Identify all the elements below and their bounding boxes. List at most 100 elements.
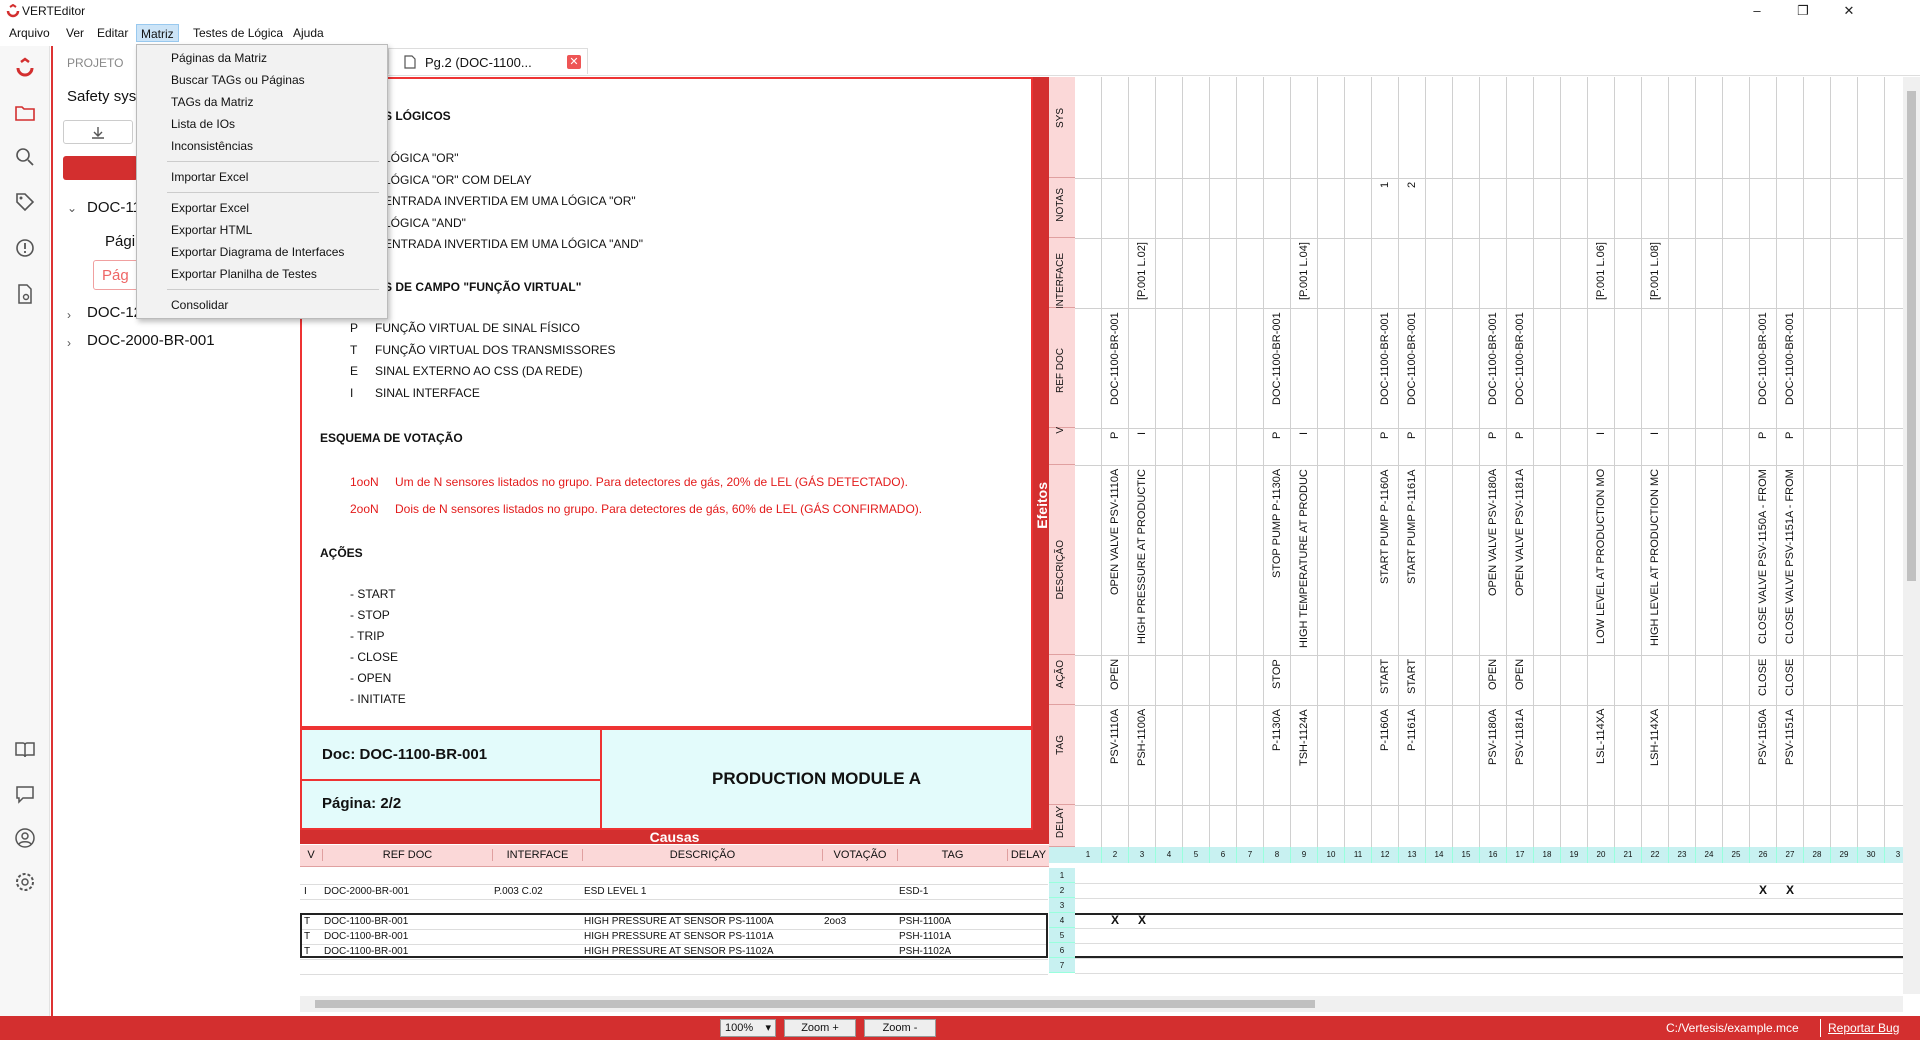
menu-item-tags-matriz[interactable]: TAGs da Matriz (171, 92, 253, 112)
corner-cell (1049, 847, 1075, 863)
x-mark[interactable]: X (1111, 913, 1119, 927)
grid-row-line (1075, 178, 1903, 179)
effect-row-header-label: INTERFACE (1055, 253, 1066, 310)
menu-item-importar-excel[interactable]: Importar Excel (171, 167, 248, 187)
horizontal-scroll-thumb[interactable] (315, 1000, 1315, 1008)
column-number: 2 (1102, 847, 1129, 863)
menu-separator (167, 289, 379, 290)
column-number: 9 (1291, 847, 1318, 863)
vertical-scrollbar[interactable] (1903, 77, 1920, 994)
chevron-down-icon: ▾ (765, 1022, 771, 1034)
grid-column (1561, 77, 1588, 847)
grid-row-line (1075, 973, 1903, 974)
x-mark[interactable]: X (1786, 883, 1794, 897)
effect-desc: HIGH PRESSURE AT PRODUCTIC (1136, 469, 1148, 645)
column-number: 28 (1804, 847, 1831, 863)
header-votacao: VOTAÇÃO (822, 849, 897, 861)
effect-v: P (1487, 432, 1499, 440)
effect-notas: 1 (1379, 182, 1391, 189)
effect-interface: [P.001 L.04] (1298, 242, 1310, 300)
effect-refdoc: DOC-1100-BR-001 (1271, 312, 1283, 405)
column-number: 13 (1399, 847, 1426, 863)
column-number: 21 (1615, 847, 1642, 863)
effect-interface: [P.001 L.06] (1595, 242, 1607, 300)
legend-campo-title: S DE CAMPO "FUNÇÃO VIRTUAL" (384, 280, 582, 294)
effect-row-header: NOTAS (1049, 178, 1075, 238)
column-number: 23 (1669, 847, 1696, 863)
row-number: 5 (1049, 928, 1075, 943)
column-number: 29 (1831, 847, 1858, 863)
effect-refdoc: DOC-1100-BR-001 (1487, 312, 1499, 405)
effect-refdoc: DOC-1100-BR-001 (1784, 312, 1796, 405)
effect-desc: OPEN VALVE PSV-1110A (1109, 469, 1121, 596)
legend-line: ENTRADA INVERTIDA EM UMA LÓGICA "OR" (384, 194, 636, 208)
effect-tag: PSV-1181A (1514, 709, 1526, 766)
column-number: 14 (1426, 847, 1453, 863)
x-mark[interactable]: X (1759, 883, 1767, 897)
zoom-select[interactable]: 100% ▾ (720, 1019, 776, 1037)
row-number: 6 (1049, 943, 1075, 958)
horizontal-scrollbar[interactable] (300, 996, 1903, 1012)
menu-item-paginas-matriz[interactable]: Páginas da Matriz (171, 48, 267, 68)
menu-item-consolidar[interactable]: Consolidar (171, 295, 228, 315)
grid-column (1183, 77, 1210, 847)
column-number: 25 (1723, 847, 1750, 863)
legend-logicos-list: LÓGICA "OR" LÓGICA "OR" COM DELAY ENTRAD… (384, 148, 643, 256)
grid-row-line (1075, 428, 1903, 429)
file-path: C:/Vertesis/example.mce (1666, 1021, 1799, 1035)
effect-v: P (1757, 432, 1769, 440)
status-divider (1820, 1019, 1821, 1037)
grid-row-line (1075, 465, 1903, 466)
menu-item-exportar-diagrama[interactable]: Exportar Diagrama de Interfaces (171, 242, 344, 262)
efeitos-bar: Efeitos (1033, 77, 1050, 830)
grid-row-line (1075, 943, 1903, 944)
column-number: 16 (1480, 847, 1507, 863)
menu-item-exportar-excel[interactable]: Exportar Excel (171, 198, 249, 218)
grid-row-line (1075, 898, 1903, 899)
column-number: 12 (1372, 847, 1399, 863)
column-number: 30 (1858, 847, 1885, 863)
grid-column (1318, 77, 1345, 847)
effect-tag: LSH-114XA (1649, 709, 1661, 767)
column-number: 24 (1696, 847, 1723, 863)
column-number: 22 (1642, 847, 1669, 863)
effect-v: P (1784, 432, 1796, 440)
grid-column (1453, 77, 1480, 847)
header-descricao: DESCRIÇÃO (582, 849, 822, 861)
grid-row-line (1075, 655, 1903, 656)
effect-row-header: INTERFACE (1049, 238, 1075, 310)
effect-v: I (1595, 432, 1607, 436)
grid-column (1426, 77, 1453, 847)
menu-item-exportar-planilha[interactable]: Exportar Planilha de Testes (171, 264, 317, 284)
zoom-out-button[interactable]: Zoom - (864, 1019, 936, 1037)
legend-acoes-title: AÇÕES (320, 546, 363, 560)
menu-item-buscar-tags[interactable]: Buscar TAGs ou Páginas (171, 70, 305, 90)
effect-tag: P-1160A (1379, 709, 1391, 751)
grid-column (1345, 77, 1372, 847)
effect-desc: HIGH LEVEL AT PRODUCTION MC (1649, 469, 1661, 647)
effect-v: P (1109, 432, 1121, 440)
menu-item-inconsistencias[interactable]: Inconsistências (171, 136, 253, 156)
effect-desc: HIGH TEMPERATURE AT PRODUC (1298, 469, 1310, 648)
menu-item-exportar-html[interactable]: Exportar HTML (171, 220, 252, 240)
report-bug-link[interactable]: Reportar Bug (1828, 1021, 1899, 1035)
column-number: 17 (1507, 847, 1534, 863)
row-number: 4 (1049, 913, 1075, 928)
vertical-scroll-thumb[interactable] (1907, 91, 1916, 581)
effect-v: P (1379, 432, 1391, 440)
effect-refdoc: DOC-1100-BR-001 (1109, 312, 1121, 405)
effect-row-header: TAG (1049, 705, 1075, 805)
effect-refdoc: DOC-1100-BR-001 (1406, 312, 1418, 405)
effect-desc: START PUMP P-1160A (1379, 469, 1391, 584)
header-refdoc: REF DOC (322, 849, 492, 861)
zoom-in-button[interactable]: Zoom + (784, 1019, 856, 1037)
effect-row-header: SYS (1049, 77, 1075, 178)
column-number: 20 (1588, 847, 1615, 863)
x-mark[interactable]: X (1138, 913, 1146, 927)
effect-acao: CLOSE (1784, 659, 1796, 697)
menu-item-lista-ios[interactable]: Lista de IOs (171, 114, 235, 134)
grid-column (1831, 77, 1858, 847)
grid-column (1804, 77, 1831, 847)
grid-row-line (1075, 238, 1903, 239)
table-row[interactable] (300, 958, 1048, 975)
